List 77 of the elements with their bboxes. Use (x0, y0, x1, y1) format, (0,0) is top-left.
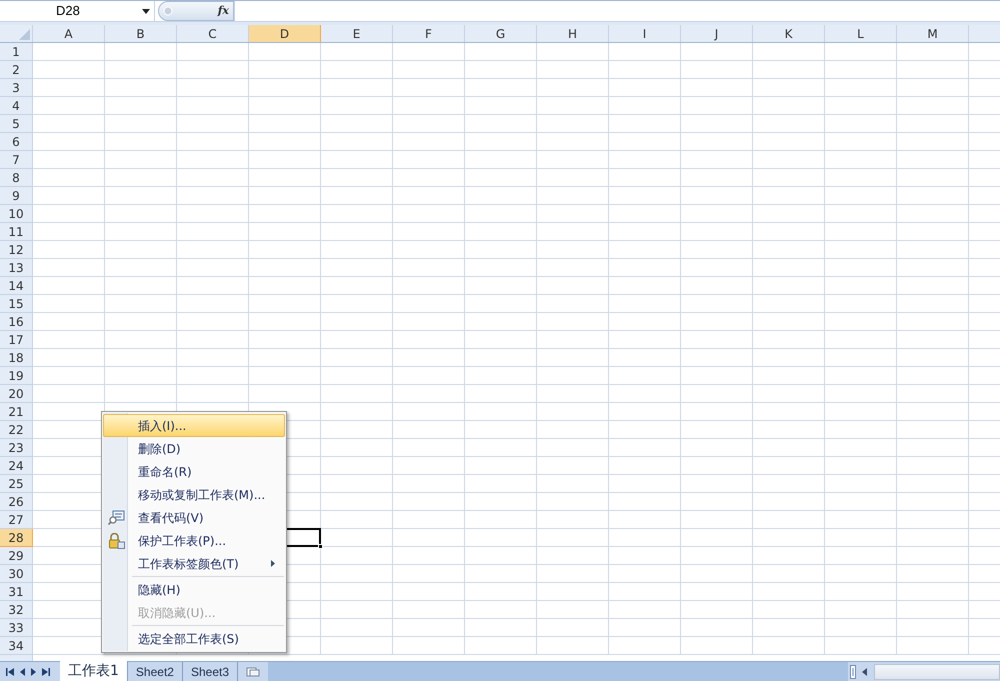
insert-function-button[interactable]: fx (218, 2, 229, 20)
horizontal-scrollbar[interactable] (848, 662, 1000, 681)
insert-sheet-tab[interactable] (238, 662, 268, 681)
menu-item[interactable]: 重命名(R) (103, 460, 285, 483)
row-header[interactable]: 32 (0, 601, 33, 619)
row-header[interactable]: 19 (0, 367, 33, 385)
row-header[interactable]: 28 (0, 529, 33, 547)
menu-item[interactable]: 工作表标签颜色(T) (103, 552, 285, 575)
row-header[interactable]: 24 (0, 457, 33, 475)
row-header[interactable]: 7 (0, 151, 33, 169)
row-header[interactable]: 33 (0, 619, 33, 637)
row-header[interactable]: 20 (0, 385, 33, 403)
row-header[interactable]: 13 (0, 259, 33, 277)
submenu-arrow-icon (271, 560, 275, 567)
row-header[interactable]: 16 (0, 313, 33, 331)
column-header[interactable]: H (537, 25, 609, 42)
column-header[interactable]: D (249, 25, 321, 42)
row-header[interactable]: 31 (0, 583, 33, 601)
new-sheet-icon (246, 666, 260, 676)
row-header[interactable]: 14 (0, 277, 33, 295)
row-header[interactable]: 10 (0, 205, 33, 223)
menu-item[interactable]: 保护工作表(P)... (103, 529, 285, 552)
padlock-icon (108, 532, 125, 548)
code-window-icon (108, 510, 125, 525)
column-header[interactable]: J (681, 25, 753, 42)
row-header[interactable]: 23 (0, 439, 33, 457)
row-header[interactable]: 26 (0, 493, 33, 511)
select-all-button[interactable] (0, 25, 33, 42)
row-header[interactable]: 8 (0, 169, 33, 187)
sheet-tab[interactable]: Sheet2 (128, 662, 183, 681)
cell-reference: D28 (56, 2, 80, 20)
row-header[interactable]: 34 (0, 637, 33, 655)
column-header[interactable]: M (897, 25, 969, 42)
row-header[interactable]: 11 (0, 223, 33, 241)
last-sheet-icon[interactable] (42, 668, 50, 676)
row-header[interactable]: 18 (0, 349, 33, 367)
column-header[interactable]: I (609, 25, 681, 42)
row-header[interactable]: 12 (0, 241, 33, 259)
row-header[interactable]: 9 (0, 187, 33, 205)
row-header[interactable]: 30 (0, 565, 33, 583)
row-header[interactable]: 22 (0, 421, 33, 439)
row-header[interactable]: 3 (0, 79, 33, 97)
sheet-tab[interactable]: Sheet3 (182, 662, 238, 681)
column-header[interactable]: C (177, 25, 249, 42)
menu-item[interactable]: 隐藏(H) (103, 578, 285, 601)
next-sheet-icon[interactable] (31, 668, 36, 676)
column-header[interactable]: K (753, 25, 825, 42)
split-handle-icon[interactable] (850, 664, 856, 678)
row-header[interactable]: 21 (0, 403, 33, 421)
column-header[interactable]: E (321, 25, 393, 42)
knob-icon (163, 6, 173, 16)
menu-item[interactable]: 查看代码(V) (103, 506, 285, 529)
row-header[interactable]: 6 (0, 133, 33, 151)
column-header[interactable]: G (465, 25, 537, 42)
corner-triangle-icon (19, 29, 30, 40)
row-header[interactable]: 4 (0, 97, 33, 115)
row-header[interactable]: 2 (0, 61, 33, 79)
row-header[interactable]: 25 (0, 475, 33, 493)
menu-item[interactable]: 移动或复制工作表(M)... (103, 483, 285, 506)
menu-item[interactable]: 删除(D) (103, 437, 285, 460)
row-header[interactable]: 17 (0, 331, 33, 349)
column-header[interactable]: B (105, 25, 177, 42)
dropdown-arrow-icon[interactable] (142, 8, 150, 14)
menu-item[interactable]: 选定全部工作表(S) (103, 627, 285, 650)
row-header[interactable]: 1 (0, 43, 33, 61)
column-header[interactable]: A (33, 25, 105, 42)
row-header[interactable]: 27 (0, 511, 33, 529)
row-header[interactable]: 15 (0, 295, 33, 313)
previous-sheet-icon[interactable] (20, 668, 25, 676)
row-header[interactable]: 5 (0, 115, 33, 133)
column-header[interactable]: L (825, 25, 897, 42)
first-sheet-icon[interactable] (6, 668, 14, 676)
column-header[interactable] (969, 25, 1000, 42)
column-header[interactable]: F (393, 25, 465, 42)
menu-item[interactable]: 插入(I)... (103, 414, 285, 437)
sheet-tab[interactable]: 工作表1 (60, 661, 128, 681)
row-header[interactable]: 29 (0, 547, 33, 565)
